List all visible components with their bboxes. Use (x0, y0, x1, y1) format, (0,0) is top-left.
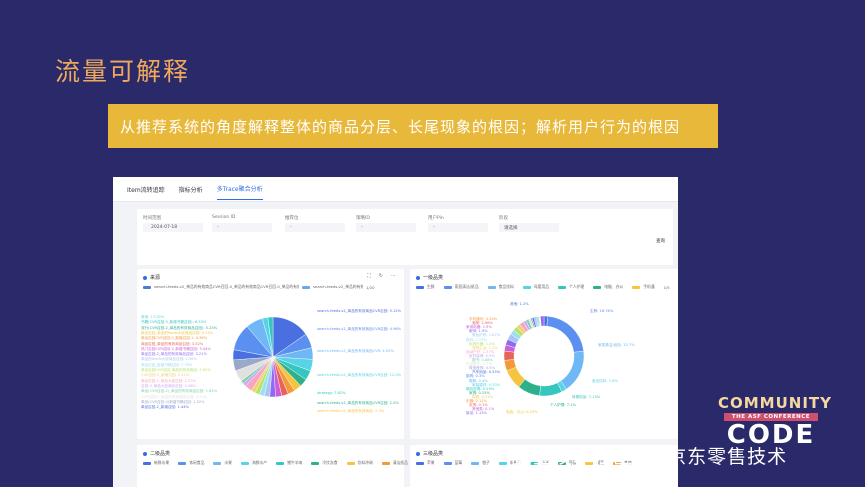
pie-label: 单品召回CVR召回-0_新增召回-1: 4.36% (141, 336, 208, 341)
category-slice[interactable] (503, 350, 515, 361)
filter-slot-label: 推荐位 (285, 216, 299, 221)
filter-session-input[interactable] (212, 223, 272, 232)
filter-strategy-value: - (361, 225, 363, 230)
pie-label: CVR召回-2_新增召回: 2.41% (141, 373, 190, 378)
filter-session-label: Session ID (212, 215, 236, 220)
legend-item[interactable]: 猪牛羊肉 (287, 460, 302, 466)
donut-label: 食品饮料: 1.6% (592, 379, 618, 383)
filter-slot-value: - (290, 225, 292, 230)
panel-l2-legend: 新鲜水果 休闲食品 水果 海鲜水产 猪牛羊肉 冷饮冻食 饮料冲调 清洁纸品 (143, 460, 414, 466)
pie-label: CVR召回-2_单品的有效商品召回: 3.32% (141, 394, 208, 399)
pie-label: 单品(CVR召回-2)_单品的有效商品召回: 1.84% (141, 389, 218, 394)
filter-user-value: - (433, 225, 435, 230)
pie-label: 商品召回_单品的有效商品召回: 3.52% (141, 341, 204, 346)
legend-swatch (443, 461, 452, 465)
donut-label: 新品: 1.13% (466, 411, 487, 416)
legend-item[interactable]: 水果 (224, 460, 232, 466)
legend-item[interactable]: 饮料冲调 (358, 460, 373, 466)
query-button[interactable]: 查询 (656, 238, 665, 244)
pie-label: 单品召回-2_新增召回: 1.44% (141, 405, 189, 410)
subtitle-text: 从推荐系统的角度解释整体的商品分层、长尾现象的根因；解析用户行为的根因 (120, 117, 681, 136)
pie-label: search-feeds-v2_单品的有效商品: 2.3% (317, 409, 385, 413)
legend-swatch (240, 461, 249, 465)
legend-swatch (311, 461, 320, 465)
pie-label: 单品召回_新增书籍召回: 2.76% (141, 362, 193, 367)
legend-swatch (381, 461, 390, 465)
filter-user-label: 用户Pin (428, 216, 444, 221)
filter-stage-label: 阶段 (499, 216, 508, 221)
pie-label: 召回-3_单品大促商品召回: 2.08% (141, 383, 197, 388)
subtitle-banner: 从推荐系统的角度解释整体的商品分层、长尾现象的根因；解析用户行为的根因 (108, 104, 718, 148)
pie-label: 单品召回CVR召回_单品的有效商品: 2.62% (141, 368, 211, 372)
legend-swatch (471, 461, 480, 465)
panel-dot-icon (416, 451, 420, 456)
panel-dot-icon (143, 451, 147, 456)
donut-label: 个人护理: 7.1% (550, 403, 576, 407)
filter-stage-value: 请选择 (504, 226, 518, 231)
tab-multi-trace[interactable]: 多Trace聚合分析 (216, 178, 263, 200)
pie-label: 书籍(CVR召回-5_新增书籍召回): 6.53% (141, 320, 207, 325)
filter-user-input[interactable] (428, 223, 488, 232)
legend-item[interactable]: 冷饮冻食 (322, 460, 337, 466)
panel-l3-title: 三级品类 (423, 451, 444, 457)
category-slice[interactable] (539, 382, 563, 397)
panel-source: 来源 ⛶ ↻ ⋯ search-feeds-v2_单品的有效商品CVR召回-0_… (137, 269, 404, 439)
pie-label: 单品召回-0_单品大促召回: 2.25% (141, 378, 197, 383)
filter-strategy-input[interactable] (356, 223, 416, 232)
tab-item-trace[interactable]: Item流转追踪 (127, 179, 165, 200)
app-screenshot: Item流转追踪 指标分析 多Trace聚合分析 时间范围 2024-07-18… (113, 177, 678, 487)
logo-line-community: COMMUNITY (718, 394, 833, 412)
pie-label: 流行(CVR召回-2_单品的有效商品召回): 5.23% (141, 325, 218, 330)
panel-l3-title-row: 三级品类 (416, 450, 443, 457)
legend-swatch (498, 461, 507, 465)
legend-swatch (213, 461, 222, 465)
donut-label: 生鲜: 16.76% (590, 309, 614, 313)
tab-bar: Item流转追踪 指标分析 多Trace聚合分析 (113, 177, 678, 202)
category-slice[interactable] (546, 315, 584, 353)
pie-label: 单品的feeds大促商品召回: 2.96% (141, 357, 197, 362)
legend-item[interactable]: 清洁纸品 (393, 460, 408, 466)
legend-swatch (416, 461, 424, 465)
legend-item[interactable]: 苹果 (427, 460, 435, 466)
filter-slot-input[interactable] (285, 223, 345, 232)
panel-l2-title: 二级品类 (150, 451, 171, 457)
tab-metric-analysis[interactable]: 指标分析 (179, 179, 203, 200)
pie-label: 其他: 17.00% (141, 315, 165, 319)
pie-label: search-feeds-v2_单品的有效商品CVR: 4.55% (317, 349, 394, 353)
legend-item[interactable]: 橙子 (482, 460, 490, 466)
panel-category-l2: 二级品类 新鲜水果 休闲食品 水果 海鲜水产 猪牛羊肉 冷饮冻食 饮料冲调 清洁纸品 (137, 445, 408, 487)
pie-label: search-feeds-v2_单品的有效商品CVR召回: 2.5% (317, 401, 399, 405)
pie-label: search-feeds-v2_单品的有效商品CVR召回: 12.0% (317, 373, 401, 377)
filter-panel: 时间范围 2024-07-18 Session ID - 推荐位 - 策略ID … (137, 209, 673, 265)
legend-item[interactable]: 蓝莓 (455, 460, 463, 466)
pie-label: 新品召回_单品的feeds大促商品召回: 5.23% (141, 330, 214, 335)
pie-label: search-feeds-v2_单品的有效商品CVR召回: 4.96% (317, 327, 401, 331)
legend-swatch (143, 461, 151, 465)
pie-label: 单品(CVR召回-0)新增书籍召回: 1.52% (141, 399, 205, 404)
filter-session-value: - (217, 225, 219, 230)
filter-strategy-label: 策略ID (356, 216, 370, 221)
panel-l2-title-row: 二级品类 (143, 450, 170, 457)
legend-swatch (346, 461, 355, 465)
donut-label: 家居清洁/纸品: 13.7% (598, 343, 635, 347)
filter-time-label: 时间范围 (143, 216, 161, 221)
watermark: 掘金技术社区 @ 京东零售技术 (513, 446, 788, 468)
pie-label: 单品召回-2_单品的有效商品召回: 3.21% (141, 352, 207, 357)
legend-item[interactable]: 海鲜水产 (252, 460, 267, 466)
slide-title: 流量可解释 (55, 57, 191, 86)
pie-label: strategy: 7.62% (317, 391, 346, 395)
legend-swatch (276, 461, 285, 465)
legend-item[interactable]: 新鲜水果 (154, 460, 169, 466)
donut-chart-category (503, 315, 585, 397)
category-slice[interactable] (560, 350, 585, 390)
pie-label: 热门召回CVR召回-3_新增书籍召回: 3.44% (141, 346, 211, 351)
legend-swatch (178, 461, 187, 465)
pie-label: search-feeds-v2_单品的有效商品CVR召回: 5.12% (317, 309, 401, 313)
donut-label: 电脑、办公: 6.29% (506, 410, 538, 414)
legend-item[interactable]: 休闲食品 (189, 460, 204, 466)
filter-time-value: 2024-07-18 (151, 225, 178, 230)
donut-label: 母婴用品: 7.13% (572, 395, 601, 399)
panel-category-l1: 一级品类 生鲜 家居清洁/纸品 食品饮料 母婴用品 个人护理 电脑、办公 手机通 1/5 其他… (410, 269, 678, 439)
donut-label: 其他: 1.2% (510, 302, 529, 306)
